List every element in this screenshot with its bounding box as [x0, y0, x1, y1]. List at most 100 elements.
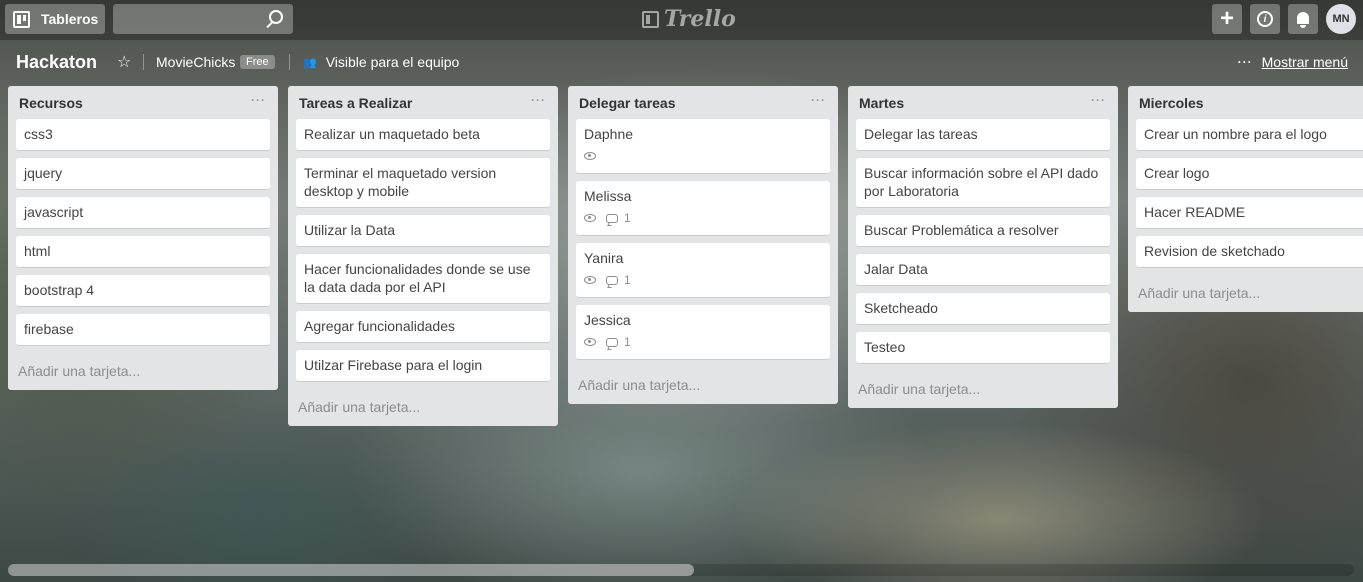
list-title[interactable]: Miercoles	[1139, 95, 1204, 111]
card-title: Testeo	[864, 339, 906, 355]
list-menu-icon[interactable]: ···	[251, 93, 266, 107]
card[interactable]: Revision de sketchado	[1136, 236, 1363, 268]
star-icon[interactable]: ☆	[117, 52, 131, 72]
card[interactable]: Utilizar la Data	[296, 215, 550, 247]
list-menu-icon[interactable]: ···	[531, 93, 546, 107]
add-card-button[interactable]: Añadir una tarjeta...	[576, 367, 830, 400]
search-input[interactable]	[113, 4, 293, 34]
notifications-button[interactable]	[1288, 4, 1318, 34]
card[interactable]: javascript	[16, 197, 270, 229]
card[interactable]: Jessica 1	[576, 305, 830, 360]
card-title: Utilizar la Data	[304, 222, 396, 238]
card[interactable]: Melissa 1	[576, 181, 830, 236]
list-header[interactable]: Delegar tareas ···	[576, 86, 830, 119]
watch-icon	[584, 338, 596, 346]
add-card-button[interactable]: Añadir una tarjeta...	[856, 371, 1110, 404]
list-menu-icon[interactable]: ···	[1091, 93, 1106, 107]
boards-label: Tableros	[41, 11, 99, 27]
card-title: Delegar las tareas	[864, 126, 978, 142]
list-header[interactable]: Recursos ···	[16, 86, 270, 119]
card-title: Jessica	[584, 312, 631, 328]
visibility-button[interactable]: 👥 Visible para el equipo	[303, 54, 459, 70]
card[interactable]: Hacer README	[1136, 197, 1363, 229]
card[interactable]: Realizar un maquetado beta	[296, 119, 550, 151]
card[interactable]: Yanira 1	[576, 243, 830, 298]
board-title[interactable]: Hackaton	[16, 52, 97, 73]
list-header[interactable]: Martes ···	[856, 86, 1110, 119]
card[interactable]: bootstrap 4	[16, 275, 270, 307]
card-title: firebase	[24, 321, 74, 337]
more-icon: ···	[1237, 55, 1253, 69]
card[interactable]: Buscar Problemática a resolver	[856, 215, 1110, 247]
card-title: jquery	[24, 165, 63, 181]
card-title: Utilzar Firebase para el login	[304, 357, 483, 373]
comment-icon	[606, 337, 618, 347]
header-divider	[143, 54, 144, 70]
scrollbar-thumb[interactable]	[8, 564, 694, 576]
card-title: javascript	[24, 204, 84, 220]
list-title[interactable]: Recursos	[19, 95, 83, 111]
card[interactable]: Buscar información sobre el API dado por…	[856, 158, 1110, 208]
card[interactable]: Daphne	[576, 119, 830, 174]
team-name[interactable]: MovieChicks	[156, 54, 235, 70]
card-title: Revision de sketchado	[1144, 243, 1285, 259]
card-badges: 1	[584, 332, 822, 352]
card[interactable]: Utilzar Firebase para el login	[296, 350, 550, 382]
comment-count: 1	[624, 335, 631, 349]
card[interactable]: Jalar Data	[856, 254, 1110, 286]
card[interactable]: Hacer funcionalidades donde se use la da…	[296, 254, 550, 304]
list-header[interactable]: Tareas a Realizar ···	[296, 86, 550, 119]
card-title: Melissa	[584, 188, 632, 204]
card-title: Realizar un maquetado beta	[304, 126, 480, 142]
top-bar: Tableros Trello + i MN	[0, 0, 1363, 40]
bell-icon	[1297, 12, 1309, 28]
list-menu-icon[interactable]: ···	[811, 93, 826, 107]
add-card-button[interactable]: Añadir una tarjeta...	[296, 389, 550, 422]
list-delegar-tareas: Delegar tareas ··· Daphne Melissa 1 Yani…	[568, 86, 838, 404]
card[interactable]: Crear logo	[1136, 158, 1363, 190]
list-title[interactable]: Delegar tareas	[579, 95, 676, 111]
list-header[interactable]: Miercoles	[1136, 86, 1363, 119]
card-title: bootstrap 4	[24, 282, 95, 298]
card[interactable]: html	[16, 236, 270, 268]
show-menu-label: Mostrar menú	[1261, 54, 1348, 70]
card[interactable]: Terminar el maquetado version desktop y …	[296, 158, 550, 208]
card[interactable]: jquery	[16, 158, 270, 190]
visibility-label: Visible para el equipo	[325, 54, 460, 70]
card-badges	[584, 146, 822, 166]
plus-icon: +	[1219, 5, 1234, 32]
show-menu-button[interactable]: ··· Mostrar menú	[1238, 54, 1348, 70]
card[interactable]: firebase	[16, 314, 270, 346]
card-title: Agregar funcionalidades	[304, 318, 455, 334]
card[interactable]: Agregar funcionalidades	[296, 311, 550, 343]
board-header: Hackaton ☆ MovieChicks Free 👥 Visible pa…	[0, 40, 1363, 84]
list-tareas-a-realizar: Tareas a Realizar ··· Realizar un maquet…	[288, 86, 558, 426]
card-title: Crear un nombre para el logo	[1144, 126, 1327, 142]
list-miercoles: Miercoles Crear un nombre para el logo C…	[1128, 86, 1363, 312]
add-card-button[interactable]: Añadir una tarjeta...	[1136, 275, 1363, 308]
list-title[interactable]: Tareas a Realizar	[299, 95, 412, 111]
info-button[interactable]: i	[1250, 4, 1280, 34]
card-title: Buscar información sobre el API dado por…	[864, 165, 1099, 199]
avatar[interactable]: MN	[1326, 4, 1356, 34]
watch-icon	[584, 276, 596, 284]
card-title: Daphne	[584, 126, 634, 142]
search-icon[interactable]	[269, 10, 283, 24]
boards-button[interactable]: Tableros	[5, 4, 105, 34]
card[interactable]: Sketcheado	[856, 293, 1110, 325]
add-card-button[interactable]: Añadir una tarjeta...	[16, 353, 270, 386]
card[interactable]: Delegar las tareas	[856, 119, 1110, 151]
list-martes: Martes ··· Delegar las tareas Buscar inf…	[848, 86, 1118, 408]
card[interactable]: css3	[16, 119, 270, 151]
list-title[interactable]: Martes	[859, 95, 904, 111]
card[interactable]: Testeo	[856, 332, 1110, 364]
card-title: Buscar Problemática a resolver	[864, 222, 1059, 238]
info-icon: i	[1257, 11, 1273, 27]
trello-logo[interactable]: Trello	[642, 6, 736, 32]
card[interactable]: Crear un nombre para el logo	[1136, 119, 1363, 151]
add-button[interactable]: +	[1212, 4, 1242, 34]
logo-text: Trello	[664, 6, 736, 32]
team-icon: 👥	[303, 56, 317, 69]
card-title: Crear logo	[1144, 165, 1210, 181]
comment-icon	[606, 213, 618, 223]
